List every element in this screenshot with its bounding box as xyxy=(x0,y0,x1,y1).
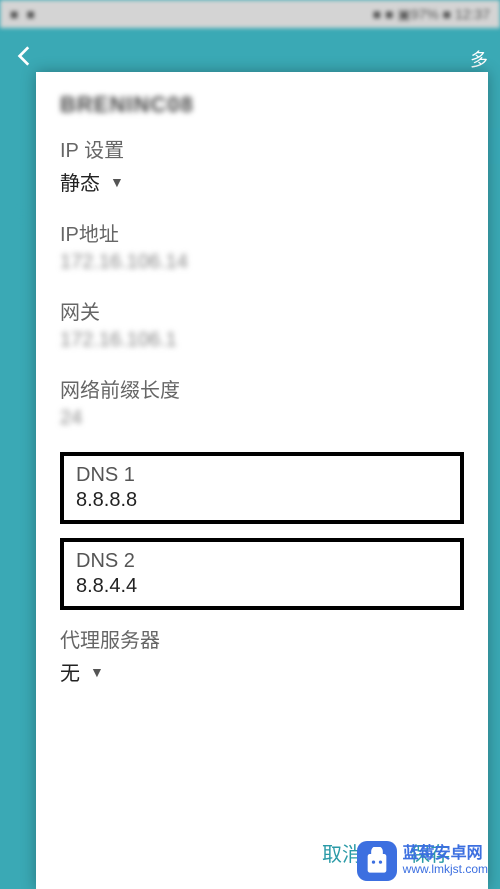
watermark: 蓝莓安卓网 www.lmkjst.com xyxy=(357,841,488,881)
status-left: ■ ■ xyxy=(10,6,35,22)
chevron-down-icon: ▼ xyxy=(110,174,124,190)
ip-settings-field[interactable]: IP 设置 静态 ▼ xyxy=(60,134,464,196)
ip-address-field[interactable]: IP地址 172.16.106.14 xyxy=(60,218,464,274)
ssid-title: BRENINC08 xyxy=(60,92,464,118)
watermark-cn: 蓝莓安卓网 xyxy=(403,845,488,863)
dns2-field[interactable]: DNS 2 8.8.4.4 xyxy=(60,538,464,610)
proxy-label: 代理服务器 xyxy=(60,624,464,653)
gateway-label: 网关 xyxy=(60,296,464,325)
prefix-field[interactable]: 网络前缀长度 24 xyxy=(60,374,464,430)
gateway-field[interactable]: 网关 172.16.106.1 xyxy=(60,296,464,352)
proxy-value: 无 xyxy=(60,657,80,686)
status-right: ■ ■ ▣97% ■ 12:37 xyxy=(373,6,490,23)
proxy-dropdown[interactable]: 无 ▼ xyxy=(60,657,464,686)
more-label[interactable]: 多 xyxy=(470,46,488,72)
ip-address-label: IP地址 xyxy=(60,218,464,247)
status-bar: ■ ■ ■ ■ ▣97% ■ 12:37 xyxy=(0,0,500,28)
wifi-edit-dialog: BRENINC08 IP 设置 静态 ▼ IP地址 172.16.106.14 … xyxy=(36,72,488,889)
dns2-value[interactable]: 8.8.4.4 xyxy=(76,575,448,598)
status-battery-time: ■ ■ ▣97% ■ 12:37 xyxy=(373,6,490,23)
watermark-url: www.lmkjst.com xyxy=(403,863,488,877)
dns1-label: DNS 1 xyxy=(76,464,448,487)
status-indicator: ■ xyxy=(10,6,18,22)
gateway-value[interactable]: 172.16.106.1 xyxy=(60,329,464,352)
dns1-field[interactable]: DNS 1 8.8.8.8 xyxy=(60,452,464,524)
ip-settings-label: IP 设置 xyxy=(60,134,464,163)
ip-settings-value: 静态 xyxy=(60,167,100,196)
status-indicator: ■ xyxy=(26,6,34,22)
chevron-down-icon: ▼ xyxy=(90,664,104,680)
watermark-icon xyxy=(357,841,397,881)
ip-settings-dropdown[interactable]: 静态 ▼ xyxy=(60,167,464,196)
prefix-value[interactable]: 24 xyxy=(60,407,464,430)
dns2-label: DNS 2 xyxy=(76,550,448,573)
ip-address-value[interactable]: 172.16.106.14 xyxy=(60,251,464,274)
wifi-icon xyxy=(8,200,36,235)
dns1-value[interactable]: 8.8.8.8 xyxy=(76,489,448,512)
watermark-text: 蓝莓安卓网 www.lmkjst.com xyxy=(403,845,488,877)
prefix-label: 网络前缀长度 xyxy=(60,374,464,403)
back-icon[interactable] xyxy=(12,43,38,76)
proxy-field[interactable]: 代理服务器 无 ▼ xyxy=(60,624,464,686)
